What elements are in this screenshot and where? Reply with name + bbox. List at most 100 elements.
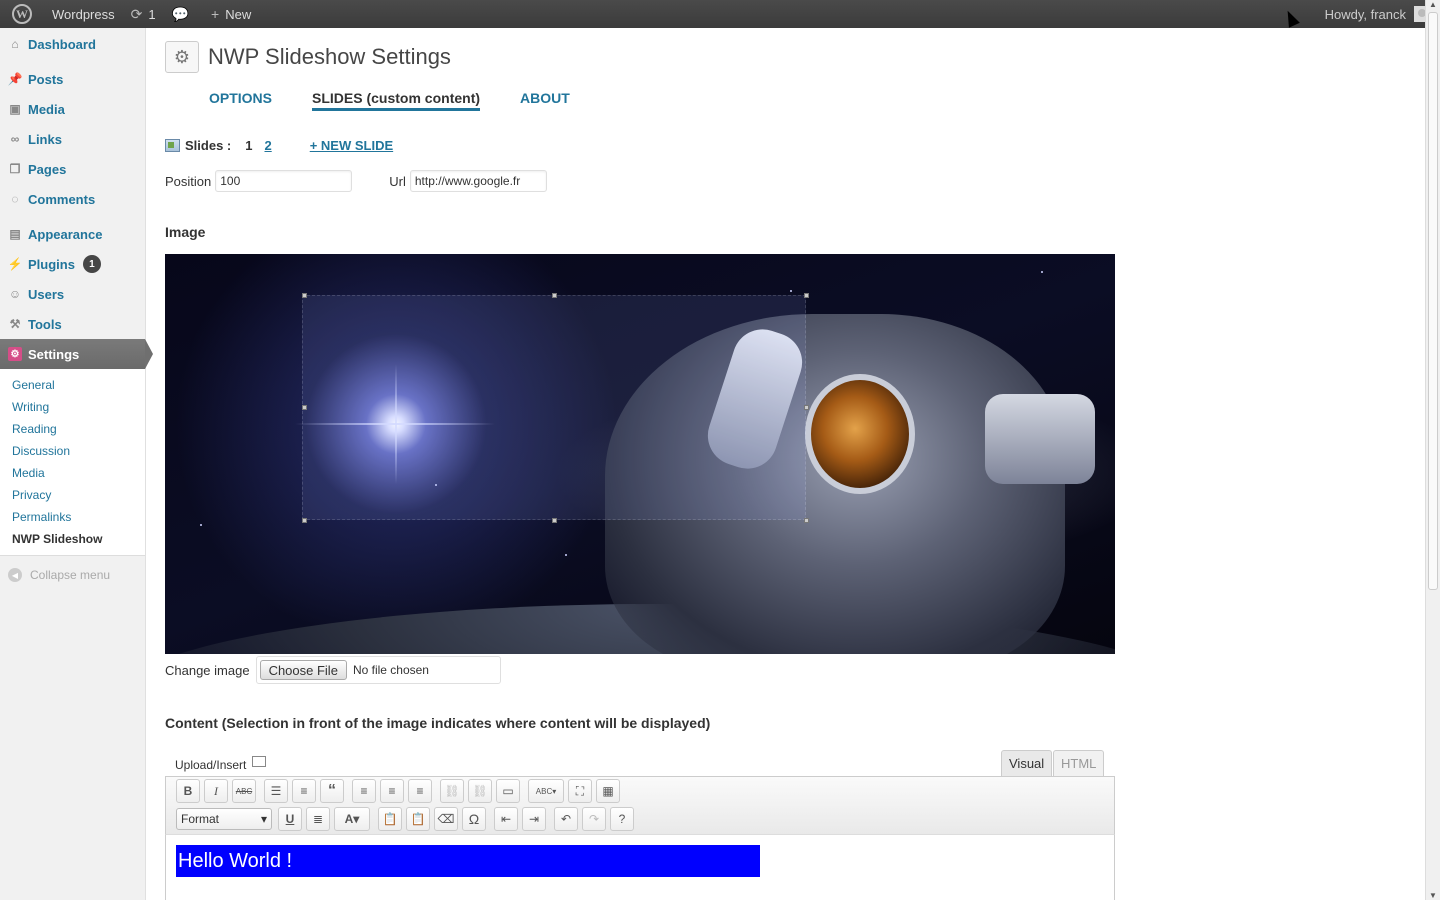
comments-icon: ◌ xyxy=(11,192,19,206)
upload-insert-link[interactable]: Upload/Insert xyxy=(175,755,267,772)
wordpress-logo-icon[interactable]: W xyxy=(0,0,44,28)
updates-link[interactable]: ⟳ 1 xyxy=(123,0,164,28)
sidebar-item-tools[interactable]: ⚒ Tools xyxy=(0,309,145,339)
refresh-icon: ⟳ xyxy=(130,5,143,22)
align-right-icon[interactable]: ≡ xyxy=(408,779,432,803)
numbered-list-icon[interactable]: ≡ xyxy=(292,779,316,803)
appearance-icon: ▤ xyxy=(9,227,21,241)
admin-bar: W Wordpress ⟳ 1 💬 + New Howdy, franck xyxy=(0,0,1440,28)
sidebar-item-pages[interactable]: ❐ Pages xyxy=(0,154,145,184)
position-input[interactable] xyxy=(215,170,353,192)
scrollbar-thumb[interactable] xyxy=(1428,12,1438,590)
collapse-menu-button[interactable]: ◀ Collapse menu xyxy=(0,556,145,594)
crop-handle-se[interactable] xyxy=(804,518,809,523)
plugins-icon: ⚡ xyxy=(7,257,23,271)
bullet-list-icon[interactable]: ☰ xyxy=(264,779,288,803)
star xyxy=(565,554,567,556)
special-character-icon[interactable]: Ω xyxy=(462,807,486,831)
spellcheck-icon[interactable]: ABC▾ xyxy=(528,779,564,803)
crop-handle-ne[interactable] xyxy=(804,293,809,298)
sidebar-item-plugins[interactable]: ⚡ Plugins 1 xyxy=(0,249,145,279)
sidebar-item-label: Media xyxy=(28,101,65,117)
underline-icon[interactable]: U xyxy=(278,807,302,831)
submenu-permalinks[interactable]: Permalinks xyxy=(0,507,145,529)
scroll-down-arrow-icon[interactable]: ▼ xyxy=(1429,891,1437,900)
crop-handle-nw[interactable] xyxy=(302,293,307,298)
sidebar-item-label: Dashboard xyxy=(28,36,96,52)
justify-icon[interactable]: ≣ xyxy=(306,807,330,831)
sidebar-item-media[interactable]: ▣ Media xyxy=(0,94,145,124)
sidebar-item-users[interactable]: ☺ Users xyxy=(0,279,145,309)
unlink-icon[interactable]: ⛓ xyxy=(468,779,492,803)
sidebar-item-comments[interactable]: ◌ Comments xyxy=(0,184,145,214)
paste-word-icon[interactable]: 📋 xyxy=(406,807,430,831)
kitchen-sink-icon[interactable]: ▦ xyxy=(596,779,620,803)
submenu-reading[interactable]: Reading xyxy=(0,419,145,441)
text-color-icon[interactable]: A▾ xyxy=(334,807,370,831)
help-icon[interactable]: ? xyxy=(610,807,634,831)
sidebar-item-appearance[interactable]: ▤ Appearance xyxy=(0,219,145,249)
settings-submenu: General Writing Reading Discussion Media… xyxy=(0,369,145,556)
tab-html[interactable]: HTML xyxy=(1053,750,1105,776)
content-selection-area[interactable] xyxy=(302,295,806,520)
tab-about[interactable]: ABOUT xyxy=(520,90,570,111)
editor-content-area[interactable]: Hello World ! xyxy=(165,835,1115,900)
comments-link[interactable]: 💬 xyxy=(164,0,203,28)
submenu-nwp-slideshow[interactable]: NWP Slideshow xyxy=(0,529,145,551)
format-select[interactable]: Format ▾ xyxy=(176,808,272,830)
insert-more-icon[interactable]: ▭ xyxy=(496,779,520,803)
submenu-privacy[interactable]: Privacy xyxy=(0,485,145,507)
tab-slides[interactable]: SLIDES (custom content) xyxy=(312,90,481,111)
bold-icon[interactable]: B xyxy=(176,779,200,803)
new-content-link[interactable]: + New xyxy=(203,0,259,28)
crop-handle-s[interactable] xyxy=(552,518,557,523)
sidebar-item-label: Posts xyxy=(28,71,64,87)
tab-visual[interactable]: Visual xyxy=(1001,750,1053,776)
settings-tabs: OPTIONS SLIDES (custom content) ABOUT xyxy=(209,90,610,111)
scroll-up-arrow-icon[interactable]: ▲ xyxy=(1429,0,1437,9)
sidebar-item-settings[interactable]: ⚙ Settings xyxy=(0,339,153,369)
align-left-icon[interactable]: ≡ xyxy=(352,779,376,803)
selected-text[interactable]: Hello World ! xyxy=(176,845,760,877)
submenu-media[interactable]: Media xyxy=(0,463,145,485)
slide-image-preview xyxy=(165,254,1115,654)
collapse-arrow-icon: ◀ xyxy=(8,568,22,582)
crop-handle-sw[interactable] xyxy=(302,518,307,523)
page-scrollbar[interactable]: ▲ ▼ xyxy=(1425,0,1440,900)
posts-icon: 📌 xyxy=(7,72,23,86)
site-name-link[interactable]: Wordpress xyxy=(44,0,123,28)
crop-handle-w[interactable] xyxy=(302,405,307,410)
links-icon: ∞ xyxy=(10,132,20,146)
clear-formatting-icon[interactable]: ⌫ xyxy=(434,807,458,831)
user-account-menu[interactable]: Howdy, franck xyxy=(1325,0,1430,28)
new-slide-link[interactable]: + NEW SLIDE xyxy=(310,138,393,153)
submenu-general[interactable]: General xyxy=(0,375,145,397)
slide-2-link[interactable]: 2 xyxy=(264,138,271,153)
page-title: NWP Slideshow Settings xyxy=(208,44,451,69)
slide-1-current: 1 xyxy=(245,138,253,153)
insert-link-icon[interactable]: ⛓ xyxy=(440,779,464,803)
choose-file-button[interactable]: Choose File xyxy=(259,660,347,680)
crop-handle-e[interactable] xyxy=(804,405,809,410)
strikethrough-icon[interactable]: ABC xyxy=(232,779,256,803)
undo-icon[interactable]: ↶ xyxy=(554,807,578,831)
sidebar-item-posts[interactable]: 📌 Posts xyxy=(0,64,145,94)
redo-icon[interactable]: ↷ xyxy=(582,807,606,831)
tab-options[interactable]: OPTIONS xyxy=(209,90,272,111)
indent-icon[interactable]: ⇥ xyxy=(522,807,546,831)
media-icon: ▣ xyxy=(9,102,21,116)
fullscreen-icon[interactable]: ⛶ xyxy=(568,779,592,803)
submenu-discussion[interactable]: Discussion xyxy=(0,441,145,463)
sidebar-item-dashboard[interactable]: ⌂ Dashboard xyxy=(0,29,145,59)
paste-text-icon[interactable]: 📋 xyxy=(378,807,402,831)
upload-insert-label: Upload/Insert xyxy=(175,758,247,772)
sidebar-item-links[interactable]: ∞ Links xyxy=(0,124,145,154)
url-input[interactable] xyxy=(409,170,547,192)
blockquote-icon[interactable]: “ xyxy=(320,779,344,803)
file-input[interactable]: Choose File No file chosen xyxy=(255,656,501,684)
crop-handle-n[interactable] xyxy=(552,293,557,298)
align-center-icon[interactable]: ≡ xyxy=(380,779,404,803)
submenu-writing[interactable]: Writing xyxy=(0,397,145,419)
outdent-icon[interactable]: ⇤ xyxy=(494,807,518,831)
italic-icon[interactable]: I xyxy=(204,779,228,803)
